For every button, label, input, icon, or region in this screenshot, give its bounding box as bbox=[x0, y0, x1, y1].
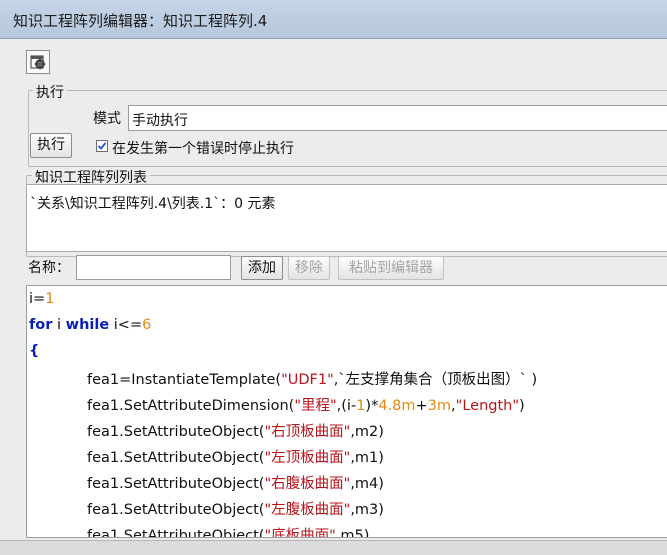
execute-button-label: 执行 bbox=[37, 137, 65, 153]
code-token: ,m4) bbox=[350, 476, 384, 492]
remove-button-label: 移除 bbox=[295, 260, 323, 276]
code-token: "右顶板曲面" bbox=[264, 424, 351, 440]
code-line: i=1 bbox=[29, 291, 54, 307]
code-token: 3m bbox=[427, 398, 452, 414]
code-line: fea1.SetAttributeObject("底板曲面",m5) bbox=[87, 524, 370, 538]
code-line: fea1.SetAttributeObject("左腹板曲面",m3) bbox=[87, 498, 384, 519]
list-item[interactable]: `关系\知识工程阵列.4\列表.1`：0 元素 bbox=[30, 193, 276, 213]
code-line: fea1=InstantiateTemplate("UDF1",`左支撑角集合（… bbox=[87, 368, 537, 389]
paste-to-editor-button[interactable]: 粘贴到编辑器 bbox=[338, 256, 444, 280]
run-toolbar-button[interactable] bbox=[26, 50, 50, 74]
name-input[interactable] bbox=[76, 255, 231, 280]
code-token: "底板曲面" bbox=[264, 528, 336, 538]
code-token: 4.8m bbox=[378, 398, 416, 414]
code-token: "右腹板曲面" bbox=[264, 476, 351, 492]
add-button[interactable]: 添加 bbox=[241, 256, 283, 280]
code-token: ) bbox=[519, 398, 525, 414]
code-token: fea1.SetAttributeObject( bbox=[87, 450, 265, 466]
code-token: i<= bbox=[109, 317, 143, 333]
paste-button-label: 粘贴到编辑器 bbox=[349, 260, 433, 276]
code-token: "Length" bbox=[455, 398, 520, 414]
checkmark-icon bbox=[97, 142, 107, 150]
code-token: fea1.SetAttributeObject( bbox=[87, 528, 265, 538]
code-token: fea1.SetAttributeObject( bbox=[87, 424, 265, 440]
name-label: 名称： bbox=[28, 260, 70, 276]
code-token: ,m2) bbox=[350, 424, 384, 440]
code-token: fea1=InstantiateTemplate( bbox=[87, 372, 282, 388]
stop-on-error-label: 在发生第一个错误时停止执行 bbox=[112, 141, 294, 157]
status-bar bbox=[0, 540, 667, 555]
code-token: fea1.SetAttributeObject( bbox=[87, 502, 265, 518]
code-token: 1 bbox=[45, 291, 55, 307]
gear-run-icon bbox=[30, 55, 46, 70]
code-token: { bbox=[29, 343, 40, 359]
code-line: fea1.SetAttributeObject("左顶板曲面",m1) bbox=[87, 446, 384, 467]
title-bar[interactable]: 知识工程阵列编辑器：知识工程阵列.4 bbox=[0, 0, 667, 39]
code-token: "左顶板曲面" bbox=[264, 450, 351, 466]
code-token: i bbox=[52, 317, 66, 333]
stop-on-error-checkbox[interactable] bbox=[96, 140, 108, 152]
code-token: 6 bbox=[142, 317, 152, 333]
code-token: i= bbox=[29, 291, 46, 307]
remove-button[interactable]: 移除 bbox=[288, 256, 330, 280]
window-title: 知识工程阵列编辑器：知识工程阵列.4 bbox=[13, 12, 268, 30]
code-token: ,`左支撑角集合（顶板出图）` ) bbox=[333, 372, 538, 388]
code-token: )* bbox=[365, 398, 379, 414]
mode-label: 模式 bbox=[93, 111, 121, 127]
code-token: ,(i- bbox=[336, 398, 357, 414]
add-button-label: 添加 bbox=[248, 260, 276, 276]
code-token: while bbox=[65, 317, 110, 333]
code-token: "UDF1" bbox=[281, 372, 334, 388]
code-token: ,m5) bbox=[335, 528, 370, 538]
code-line: fea1.SetAttributeObject("右顶板曲面",m2) bbox=[87, 420, 384, 441]
code-line: for i while i<=6 bbox=[29, 317, 151, 333]
code-token: "左腹板曲面" bbox=[264, 502, 351, 518]
code-token: + bbox=[415, 398, 428, 414]
execute-button[interactable]: 执行 bbox=[30, 133, 72, 158]
code-token: fea1.SetAttributeObject( bbox=[87, 476, 265, 492]
code-token: for bbox=[29, 317, 53, 333]
array-editor-window: 知识工程阵列编辑器：知识工程阵列.4 执行 模式 手动执行 执行 在发生第一个错… bbox=[0, 0, 667, 555]
code-token: ,m3) bbox=[350, 502, 384, 518]
array-list[interactable]: `关系\知识工程阵列.4\列表.1`：0 元素 bbox=[26, 184, 667, 252]
execute-group-title: 执行 bbox=[33, 82, 67, 102]
code-line: { bbox=[29, 343, 39, 359]
mode-select-value: 手动执行 bbox=[132, 113, 188, 129]
mode-select[interactable]: 手动执行 bbox=[128, 105, 667, 131]
code-editor[interactable]: i=1 for i while i<=6 { fea1=InstantiateTemp… bbox=[26, 285, 667, 538]
code-token: ,m1) bbox=[350, 450, 384, 466]
code-token: fea1.SetAttributeDimension( bbox=[87, 398, 295, 414]
code-line: fea1.SetAttributeObject("右腹板曲面",m4) bbox=[87, 472, 384, 493]
code-line: fea1.SetAttributeDimension("里程",(i-1)*4.… bbox=[87, 394, 525, 415]
code-token: "里程" bbox=[294, 398, 337, 414]
